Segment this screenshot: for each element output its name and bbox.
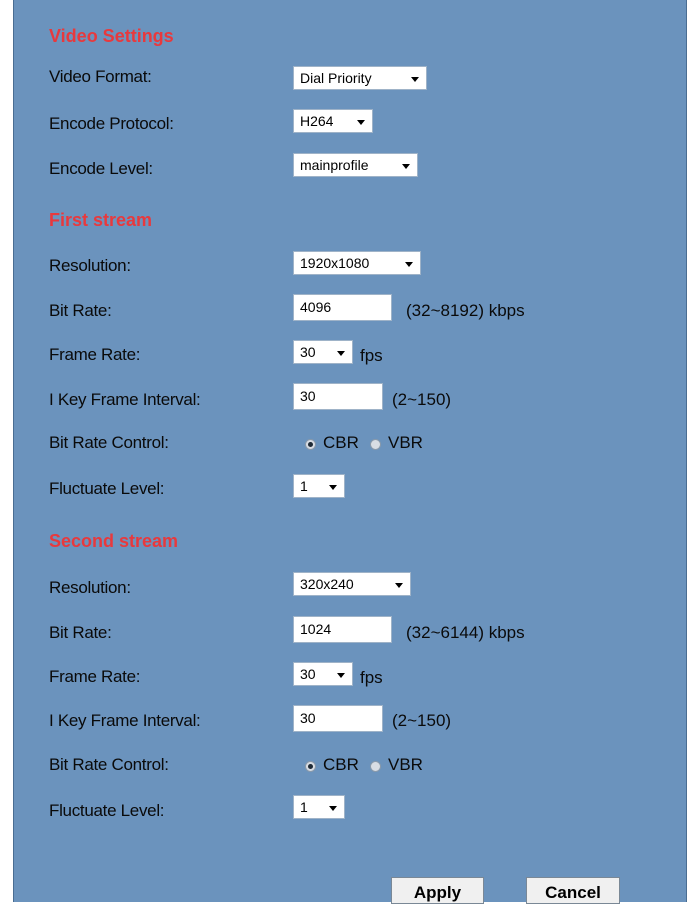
section-title-second-stream: Second stream: [49, 531, 179, 551]
chevron-down-icon: [329, 806, 337, 811]
chevron-down-icon: [395, 583, 403, 588]
second-vbr-label: VBR: [388, 755, 423, 774]
chevron-down-icon: [357, 120, 365, 125]
first-i-key-frame-interval-range: (2~150): [392, 390, 452, 409]
first-bit-rate-input[interactable]: 4096: [293, 294, 392, 321]
encode-level-label: Encode Level:: [49, 159, 153, 178]
second-bit-rate-control-label: Bit Rate Control:: [49, 755, 169, 774]
encode-level-select[interactable]: mainprofile: [293, 153, 418, 177]
settings-panel: Video Settings Video Format: Dial Priori…: [13, 0, 687, 904]
chevron-down-icon: [337, 351, 345, 356]
second-cbr-radio[interactable]: [305, 761, 316, 772]
section-title-video-settings: Video Settings: [49, 26, 174, 46]
second-frame-rate-label: Frame Rate:: [49, 667, 141, 686]
first-fluctuate-level-value: 1: [300, 478, 308, 494]
second-frame-rate-value: 30: [300, 666, 316, 682]
first-resolution-select[interactable]: 1920x1080: [293, 251, 421, 275]
first-resolution-value: 1920x1080: [300, 255, 370, 271]
video-format-select[interactable]: Dial Priority: [293, 66, 427, 90]
chevron-down-icon: [405, 262, 413, 267]
first-i-key-frame-interval-label: I Key Frame Interval:: [49, 390, 201, 409]
first-fluctuate-level-label: Fluctuate Level:: [49, 479, 165, 498]
second-fluctuate-level-label: Fluctuate Level:: [49, 801, 165, 820]
first-frame-rate-value: 30: [300, 344, 316, 360]
first-frame-rate-label: Frame Rate:: [49, 345, 141, 364]
cancel-button[interactable]: Cancel: [526, 877, 620, 904]
first-frame-rate-unit: fps: [360, 346, 383, 365]
first-resolution-label: Resolution:: [49, 256, 131, 275]
first-cbr-label: CBR: [323, 433, 359, 452]
first-bit-rate-label: Bit Rate:: [49, 301, 112, 320]
chevron-down-icon: [411, 77, 419, 82]
encode-protocol-select[interactable]: H264: [293, 109, 373, 133]
second-i-key-frame-interval-label: I Key Frame Interval:: [49, 711, 201, 730]
first-vbr-radio[interactable]: [370, 439, 381, 450]
encode-protocol-value: H264: [300, 113, 334, 129]
first-bit-rate-range: (32~8192) kbps: [406, 301, 525, 320]
second-resolution-select[interactable]: 320x240: [293, 572, 411, 596]
chevron-down-icon: [329, 485, 337, 490]
second-resolution-value: 320x240: [300, 576, 354, 592]
second-resolution-label: Resolution:: [49, 578, 131, 597]
second-fluctuate-level-value: 1: [300, 799, 308, 815]
section-title-first-stream: First stream: [49, 210, 153, 230]
video-format-label: Video Format:: [49, 67, 152, 86]
second-bit-rate-label: Bit Rate:: [49, 623, 112, 642]
first-fluctuate-level-select[interactable]: 1: [293, 474, 345, 498]
second-i-key-frame-interval-range: (2~150): [392, 711, 452, 730]
apply-button[interactable]: Apply: [391, 877, 484, 904]
second-cbr-label: CBR: [323, 755, 359, 774]
second-frame-rate-select[interactable]: 30: [293, 662, 353, 686]
second-frame-rate-unit: fps: [360, 668, 383, 687]
second-i-key-frame-interval-input[interactable]: 30: [293, 705, 383, 732]
first-frame-rate-select[interactable]: 30: [293, 340, 353, 364]
first-i-key-frame-interval-input[interactable]: 30: [293, 383, 383, 410]
encode-level-value: mainprofile: [300, 157, 369, 173]
encode-protocol-label: Encode Protocol:: [49, 114, 174, 133]
first-bit-rate-control-label: Bit Rate Control:: [49, 433, 169, 452]
chevron-down-icon: [402, 164, 410, 169]
first-vbr-label: VBR: [388, 433, 423, 452]
first-cbr-radio[interactable]: [305, 439, 316, 450]
second-bit-rate-range: (32~6144) kbps: [406, 623, 525, 642]
second-fluctuate-level-select[interactable]: 1: [293, 795, 345, 819]
second-vbr-radio[interactable]: [370, 761, 381, 772]
chevron-down-icon: [337, 673, 345, 678]
second-bit-rate-input[interactable]: 1024: [293, 616, 392, 643]
video-format-value: Dial Priority: [300, 70, 372, 86]
